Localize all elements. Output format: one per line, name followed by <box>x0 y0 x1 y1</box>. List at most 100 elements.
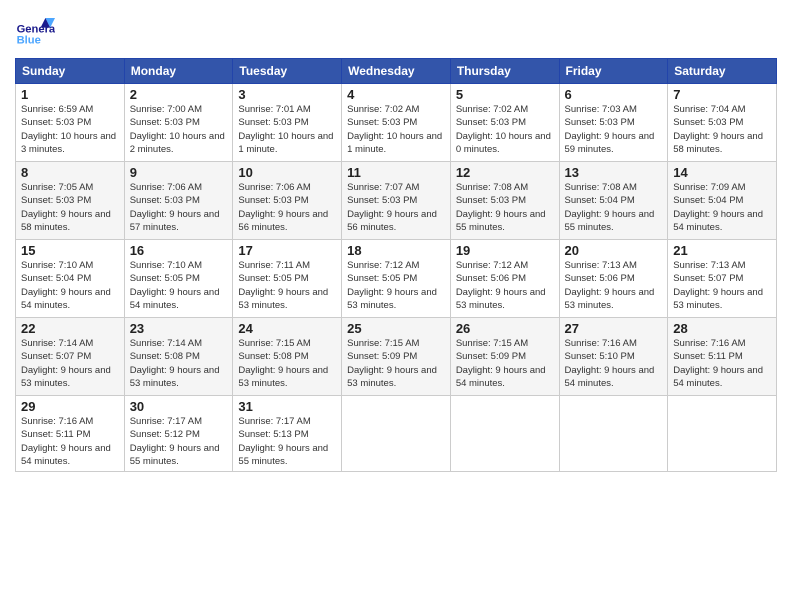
day-info: Sunrise: 7:13 AM Sunset: 5:06 PM Dayligh… <box>565 259 663 312</box>
day-info: Sunrise: 7:16 AM Sunset: 5:11 PM Dayligh… <box>21 415 119 468</box>
calendar-cell: 29 Sunrise: 7:16 AM Sunset: 5:11 PM Dayl… <box>16 396 125 472</box>
day-info: Sunrise: 7:09 AM Sunset: 5:04 PM Dayligh… <box>673 181 771 234</box>
day-number: 3 <box>238 87 336 102</box>
calendar-cell: 12 Sunrise: 7:08 AM Sunset: 5:03 PM Dayl… <box>450 162 559 240</box>
page: General Blue SundayMondayTuesdayWednesda… <box>0 0 792 612</box>
calendar-cell: 19 Sunrise: 7:12 AM Sunset: 5:06 PM Dayl… <box>450 240 559 318</box>
calendar-cell: 26 Sunrise: 7:15 AM Sunset: 5:09 PM Dayl… <box>450 318 559 396</box>
calendar-cell: 28 Sunrise: 7:16 AM Sunset: 5:11 PM Dayl… <box>668 318 777 396</box>
calendar-cell: 23 Sunrise: 7:14 AM Sunset: 5:08 PM Dayl… <box>124 318 233 396</box>
day-number: 2 <box>130 87 228 102</box>
day-info: Sunrise: 7:17 AM Sunset: 5:12 PM Dayligh… <box>130 415 228 468</box>
calendar-cell: 4 Sunrise: 7:02 AM Sunset: 5:03 PM Dayli… <box>342 84 451 162</box>
day-info: Sunrise: 7:14 AM Sunset: 5:08 PM Dayligh… <box>130 337 228 390</box>
day-info: Sunrise: 7:15 AM Sunset: 5:09 PM Dayligh… <box>347 337 445 390</box>
day-number: 17 <box>238 243 336 258</box>
logo: General Blue <box>15 10 59 50</box>
day-number: 7 <box>673 87 771 102</box>
day-number: 13 <box>565 165 663 180</box>
calendar-cell: 31 Sunrise: 7:17 AM Sunset: 5:13 PM Dayl… <box>233 396 342 472</box>
calendar-cell: 25 Sunrise: 7:15 AM Sunset: 5:09 PM Dayl… <box>342 318 451 396</box>
calendar-cell: 10 Sunrise: 7:06 AM Sunset: 5:03 PM Dayl… <box>233 162 342 240</box>
day-info: Sunrise: 7:11 AM Sunset: 5:05 PM Dayligh… <box>238 259 336 312</box>
weekday-header-friday: Friday <box>559 59 668 84</box>
day-number: 18 <box>347 243 445 258</box>
day-info: Sunrise: 6:59 AM Sunset: 5:03 PM Dayligh… <box>21 103 119 156</box>
calendar-cell: 5 Sunrise: 7:02 AM Sunset: 5:03 PM Dayli… <box>450 84 559 162</box>
calendar-cell: 27 Sunrise: 7:16 AM Sunset: 5:10 PM Dayl… <box>559 318 668 396</box>
day-info: Sunrise: 7:07 AM Sunset: 5:03 PM Dayligh… <box>347 181 445 234</box>
day-number: 19 <box>456 243 554 258</box>
day-info: Sunrise: 7:04 AM Sunset: 5:03 PM Dayligh… <box>673 103 771 156</box>
day-info: Sunrise: 7:15 AM Sunset: 5:09 PM Dayligh… <box>456 337 554 390</box>
day-info: Sunrise: 7:02 AM Sunset: 5:03 PM Dayligh… <box>347 103 445 156</box>
svg-text:Blue: Blue <box>17 35 41 47</box>
day-info: Sunrise: 7:08 AM Sunset: 5:03 PM Dayligh… <box>456 181 554 234</box>
logo-icon: General Blue <box>15 10 55 50</box>
calendar-cell: 30 Sunrise: 7:17 AM Sunset: 5:12 PM Dayl… <box>124 396 233 472</box>
day-info: Sunrise: 7:17 AM Sunset: 5:13 PM Dayligh… <box>238 415 336 468</box>
day-info: Sunrise: 7:14 AM Sunset: 5:07 PM Dayligh… <box>21 337 119 390</box>
calendar-cell: 11 Sunrise: 7:07 AM Sunset: 5:03 PM Dayl… <box>342 162 451 240</box>
day-number: 29 <box>21 399 119 414</box>
day-info: Sunrise: 7:02 AM Sunset: 5:03 PM Dayligh… <box>456 103 554 156</box>
day-info: Sunrise: 7:12 AM Sunset: 5:05 PM Dayligh… <box>347 259 445 312</box>
day-number: 31 <box>238 399 336 414</box>
day-info: Sunrise: 7:16 AM Sunset: 5:11 PM Dayligh… <box>673 337 771 390</box>
day-info: Sunrise: 7:00 AM Sunset: 5:03 PM Dayligh… <box>130 103 228 156</box>
calendar-cell: 15 Sunrise: 7:10 AM Sunset: 5:04 PM Dayl… <box>16 240 125 318</box>
day-info: Sunrise: 7:16 AM Sunset: 5:10 PM Dayligh… <box>565 337 663 390</box>
header: General Blue <box>15 10 777 50</box>
day-number: 28 <box>673 321 771 336</box>
day-info: Sunrise: 7:03 AM Sunset: 5:03 PM Dayligh… <box>565 103 663 156</box>
day-info: Sunrise: 7:12 AM Sunset: 5:06 PM Dayligh… <box>456 259 554 312</box>
calendar-cell: 18 Sunrise: 7:12 AM Sunset: 5:05 PM Dayl… <box>342 240 451 318</box>
day-info: Sunrise: 7:06 AM Sunset: 5:03 PM Dayligh… <box>130 181 228 234</box>
weekday-header-saturday: Saturday <box>668 59 777 84</box>
calendar-cell: 20 Sunrise: 7:13 AM Sunset: 5:06 PM Dayl… <box>559 240 668 318</box>
calendar-cell: 2 Sunrise: 7:00 AM Sunset: 5:03 PM Dayli… <box>124 84 233 162</box>
calendar-cell: 6 Sunrise: 7:03 AM Sunset: 5:03 PM Dayli… <box>559 84 668 162</box>
calendar-cell: 7 Sunrise: 7:04 AM Sunset: 5:03 PM Dayli… <box>668 84 777 162</box>
day-info: Sunrise: 7:08 AM Sunset: 5:04 PM Dayligh… <box>565 181 663 234</box>
calendar-cell: 3 Sunrise: 7:01 AM Sunset: 5:03 PM Dayli… <box>233 84 342 162</box>
day-info: Sunrise: 7:13 AM Sunset: 5:07 PM Dayligh… <box>673 259 771 312</box>
day-info: Sunrise: 7:06 AM Sunset: 5:03 PM Dayligh… <box>238 181 336 234</box>
day-number: 22 <box>21 321 119 336</box>
day-number: 4 <box>347 87 445 102</box>
day-number: 5 <box>456 87 554 102</box>
day-number: 1 <box>21 87 119 102</box>
day-number: 20 <box>565 243 663 258</box>
calendar-cell: 16 Sunrise: 7:10 AM Sunset: 5:05 PM Dayl… <box>124 240 233 318</box>
day-info: Sunrise: 7:10 AM Sunset: 5:05 PM Dayligh… <box>130 259 228 312</box>
day-number: 27 <box>565 321 663 336</box>
day-number: 30 <box>130 399 228 414</box>
day-number: 15 <box>21 243 119 258</box>
calendar-cell: 22 Sunrise: 7:14 AM Sunset: 5:07 PM Dayl… <box>16 318 125 396</box>
day-number: 26 <box>456 321 554 336</box>
day-number: 9 <box>130 165 228 180</box>
day-number: 23 <box>130 321 228 336</box>
day-info: Sunrise: 7:01 AM Sunset: 5:03 PM Dayligh… <box>238 103 336 156</box>
calendar-cell: 1 Sunrise: 6:59 AM Sunset: 5:03 PM Dayli… <box>16 84 125 162</box>
calendar-table: SundayMondayTuesdayWednesdayThursdayFrid… <box>15 58 777 472</box>
day-info: Sunrise: 7:10 AM Sunset: 5:04 PM Dayligh… <box>21 259 119 312</box>
day-number: 6 <box>565 87 663 102</box>
day-number: 12 <box>456 165 554 180</box>
calendar-cell: 8 Sunrise: 7:05 AM Sunset: 5:03 PM Dayli… <box>16 162 125 240</box>
calendar-cell <box>450 396 559 472</box>
day-number: 10 <box>238 165 336 180</box>
day-number: 21 <box>673 243 771 258</box>
calendar-cell: 21 Sunrise: 7:13 AM Sunset: 5:07 PM Dayl… <box>668 240 777 318</box>
day-number: 24 <box>238 321 336 336</box>
calendar-cell: 24 Sunrise: 7:15 AM Sunset: 5:08 PM Dayl… <box>233 318 342 396</box>
calendar-cell <box>668 396 777 472</box>
calendar-cell: 9 Sunrise: 7:06 AM Sunset: 5:03 PM Dayli… <box>124 162 233 240</box>
weekday-header-monday: Monday <box>124 59 233 84</box>
day-number: 14 <box>673 165 771 180</box>
weekday-header-thursday: Thursday <box>450 59 559 84</box>
weekday-header-sunday: Sunday <box>16 59 125 84</box>
day-number: 8 <box>21 165 119 180</box>
day-number: 25 <box>347 321 445 336</box>
calendar-cell <box>342 396 451 472</box>
